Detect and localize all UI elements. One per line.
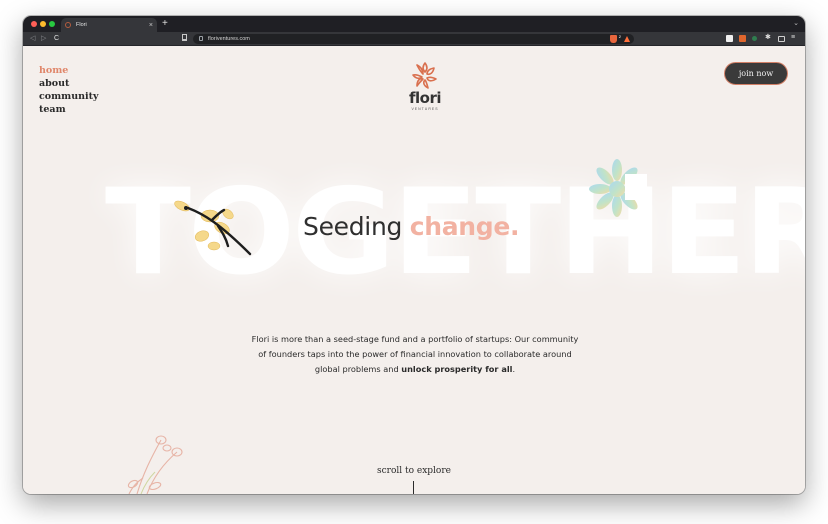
browser-menu-icon[interactable]: ≡ [791, 34, 798, 41]
pink-sprig-icon [127, 435, 183, 494]
metamask-icon[interactable] [739, 35, 746, 42]
browser-toolbar: ◁ ▷ C floriventures.com 2 ✱ ≡ [23, 32, 805, 46]
address-bar[interactable]: floriventures.com 2 [193, 34, 634, 44]
headline-accent: change. [409, 212, 520, 241]
url-text[interactable]: floriventures.com [208, 35, 250, 43]
yellow-blossom-branch-icon [174, 200, 252, 256]
extensions-puzzle-icon[interactable]: ✱ [765, 34, 772, 41]
scroll-indicator-line [413, 481, 414, 494]
wallet-icon[interactable] [752, 36, 757, 41]
site-logo[interactable]: flori VENTURES [404, 59, 446, 117]
sidebar-toggle-icon[interactable] [778, 36, 785, 42]
brave-shield-icon[interactable] [610, 35, 617, 43]
tab-strip: Flori × + ⌄ [23, 16, 805, 32]
bookmark-icon[interactable] [182, 34, 187, 41]
tab-favicon-icon [65, 22, 71, 28]
nav-team-link[interactable]: team [39, 103, 99, 116]
reload-button[interactable]: C [54, 34, 59, 44]
extension-icon[interactable] [726, 35, 733, 42]
hero-description: Flori is more than a seed-stage fund and… [247, 332, 583, 377]
minimize-window-icon[interactable] [40, 21, 46, 27]
tab-title: Flori [76, 22, 87, 28]
hero-headline: Seeding change. [303, 212, 563, 241]
nav-about-link[interactable]: about [39, 77, 99, 90]
close-window-icon[interactable] [31, 21, 37, 27]
new-tab-button[interactable]: + [162, 18, 168, 30]
scroll-to-explore-label[interactable]: scroll to explore [364, 466, 464, 476]
logo-subtitle: VENTURES [411, 107, 439, 111]
join-now-button[interactable]: join now [724, 62, 788, 85]
description-bold: unlock prosperity for all [401, 364, 513, 374]
tab-close-icon[interactable]: × [149, 22, 153, 29]
lock-icon[interactable] [199, 36, 203, 41]
nav-home-link[interactable]: home [39, 64, 99, 77]
pastel-flower-icon [589, 159, 647, 217]
page-content: home about community team flori VENTURES [23, 46, 805, 494]
flori-flower-logo-icon [412, 62, 437, 89]
logo-wordmark: flori [408, 89, 442, 107]
tab-flori[interactable]: Flori × [61, 18, 157, 32]
site-nav: home about community team [39, 64, 99, 116]
nav-community-link[interactable]: community [39, 90, 99, 103]
brave-rewards-icon[interactable] [624, 36, 630, 42]
browser-window: Flori × + ⌄ ◁ ▷ C floriventures.com 2 ✱ … [23, 16, 805, 494]
description-end: . [512, 364, 516, 374]
tab-search-icon[interactable]: ⌄ [793, 19, 799, 27]
back-button[interactable]: ◁ [30, 34, 35, 44]
maximize-window-icon[interactable] [49, 21, 55, 27]
shield-count-badge: 2 [618, 34, 621, 39]
forward-button[interactable]: ▷ [41, 34, 46, 44]
headline-prefix: Seeding [303, 212, 410, 241]
